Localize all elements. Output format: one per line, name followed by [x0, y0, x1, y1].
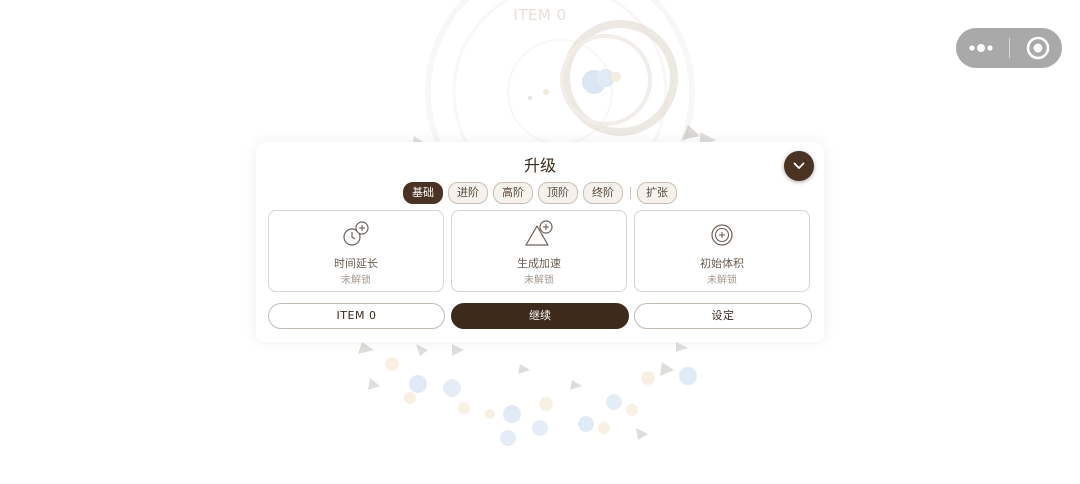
bg-hex	[500, 430, 516, 446]
bg-star	[485, 409, 495, 419]
bg-triangle	[570, 380, 582, 390]
dialog-title: 升级	[523, 156, 556, 175]
bg-star-blob	[611, 72, 621, 82]
tab-top[interactable]: 顶阶	[538, 182, 578, 204]
upgrade-dialog: 升级 基础 进阶 高阶 顶阶 终阶 扩张 时间延长 未解锁 生成加速 未解锁 初…	[256, 142, 824, 342]
card-status: 未解锁	[341, 275, 371, 286]
upgrade-cards: 时间延长 未解锁 生成加速 未解锁 初始体积 未解锁	[268, 210, 810, 292]
upgrade-card-time-extend[interactable]: 时间延长 未解锁	[268, 210, 444, 292]
continue-button[interactable]: 继续	[451, 303, 629, 329]
game-stage: ITEM 0 升级 基础 进阶 高阶 顶阶 终阶 扩张 时间延长 未解锁 生成加…	[0, 0, 1080, 484]
circle-plus-icon	[711, 224, 733, 246]
card-name: 时间延长	[334, 257, 378, 270]
bg-star	[385, 357, 399, 371]
tab-high[interactable]: 高阶	[493, 182, 533, 204]
chevron-down-icon	[793, 162, 805, 169]
bg-hex	[503, 405, 521, 423]
card-status: 未解锁	[524, 275, 554, 286]
target-close-icon	[1026, 36, 1050, 60]
tab-basic[interactable]: 基础	[403, 182, 443, 204]
upgrade-card-initial-volume[interactable]: 初始体积 未解锁	[634, 210, 810, 292]
clock-plus-icon	[343, 221, 369, 246]
bg-star	[641, 371, 655, 385]
item-button[interactable]: ITEM 0	[268, 303, 445, 329]
collapse-button[interactable]	[784, 151, 814, 181]
bg-hex	[532, 420, 548, 436]
bg-triangle	[636, 428, 648, 440]
bg-star	[404, 392, 416, 404]
bg-triangle	[368, 378, 380, 390]
bg-hex	[443, 379, 461, 397]
bg-star	[539, 397, 553, 411]
upgrade-tier-tabs: 基础 进阶 高阶 顶阶 终阶 扩张	[256, 182, 824, 204]
bg-triangle	[452, 344, 464, 356]
bg-star	[626, 404, 638, 416]
bg-dot	[528, 96, 532, 100]
bg-star	[458, 402, 470, 414]
bg-triangle	[676, 342, 688, 352]
background-score-text: ITEM 0	[513, 6, 567, 24]
triangle-plus-icon	[525, 220, 553, 246]
upgrade-card-spawn-speed[interactable]: 生成加速 未解锁	[451, 210, 627, 292]
close-miniprogram-button[interactable]	[1010, 28, 1062, 68]
tab-advanced[interactable]: 进阶	[448, 182, 488, 204]
card-name: 初始体积	[700, 257, 744, 270]
card-status: 未解锁	[707, 275, 737, 286]
bg-hex	[679, 367, 697, 385]
bg-triangle	[518, 364, 530, 374]
settings-button[interactable]: 设定	[634, 303, 812, 329]
card-name: 生成加速	[517, 257, 561, 270]
bg-dot	[543, 89, 549, 95]
tab-separator	[629, 187, 631, 199]
bg-hex	[409, 375, 427, 393]
bg-star	[598, 422, 610, 434]
bg-hex	[578, 416, 594, 432]
bg-triangle	[660, 362, 674, 376]
bg-hex	[606, 394, 622, 410]
tab-final[interactable]: 终阶	[583, 182, 623, 204]
miniprogram-capsule	[956, 28, 1062, 68]
tab-expand[interactable]: 扩张	[637, 182, 677, 204]
more-dots-icon	[969, 44, 993, 52]
bg-triangle	[416, 344, 428, 356]
bg-triangle	[358, 342, 374, 354]
more-button[interactable]	[956, 28, 1009, 68]
